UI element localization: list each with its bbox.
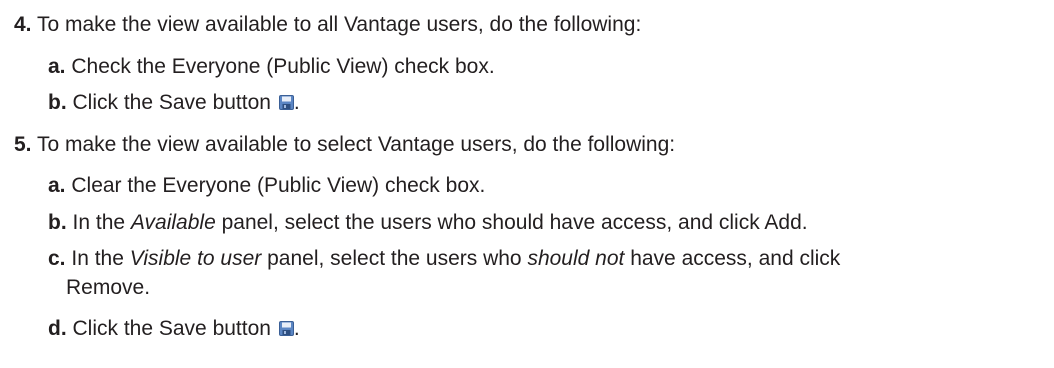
step-number: 4. [14, 13, 32, 36]
sentence-period: . [293, 91, 300, 114]
substep-text-continuation: Remove. [66, 276, 151, 299]
step-5c-continuation: Remove. [66, 273, 150, 303]
step-4b: b. Click the Save button . [48, 88, 300, 118]
step-number: 5. [14, 133, 32, 156]
substep-letter: a. [48, 174, 66, 197]
panel-name-available: Available [130, 211, 216, 234]
step-text: To make the view available to all Vantag… [36, 13, 642, 36]
sentence-period: . [293, 317, 300, 340]
step-4: 4. To make the view available to all Van… [14, 10, 641, 40]
substep-letter: b. [48, 211, 67, 234]
step-5b: b. In the Available panel, select the us… [48, 208, 808, 238]
step-5a: a. Clear the Everyone (Public View) chec… [48, 171, 485, 201]
substep-text: Click the Save button [72, 91, 271, 114]
substep-text: Check the Everyone (Public View) check b… [71, 55, 495, 78]
panel-name-visible-to-user: Visible to user [129, 247, 262, 270]
substep-text-pre: In the [71, 247, 130, 270]
step-4a: a. Check the Everyone (Public View) chec… [48, 52, 495, 82]
save-icon [278, 95, 294, 110]
substep-letter: c. [48, 247, 66, 270]
substep-text-post: have access, and click [624, 247, 841, 270]
save-icon [278, 321, 294, 336]
substep-text-post: panel, select the users who should have … [215, 211, 808, 234]
substep-letter: a. [48, 55, 66, 78]
step-5c: c. In the Visible to user panel, select … [48, 244, 840, 274]
substep-letter: d. [48, 317, 67, 340]
substep-letter: b. [48, 91, 67, 114]
substep-text-pre: In the [72, 211, 131, 234]
substep-text: Clear the Everyone (Public View) check b… [71, 174, 486, 197]
document-page: 4. To make the view available to all Van… [0, 0, 1054, 368]
step-text: To make the view available to select Van… [36, 133, 676, 156]
substep-text: Click the Save button [72, 317, 271, 340]
step-5d: d. Click the Save button . [48, 314, 300, 344]
emphasis-should-not: should not [527, 247, 625, 270]
substep-text-mid: panel, select the users who [261, 247, 528, 270]
step-5: 5. To make the view available to select … [14, 130, 675, 160]
